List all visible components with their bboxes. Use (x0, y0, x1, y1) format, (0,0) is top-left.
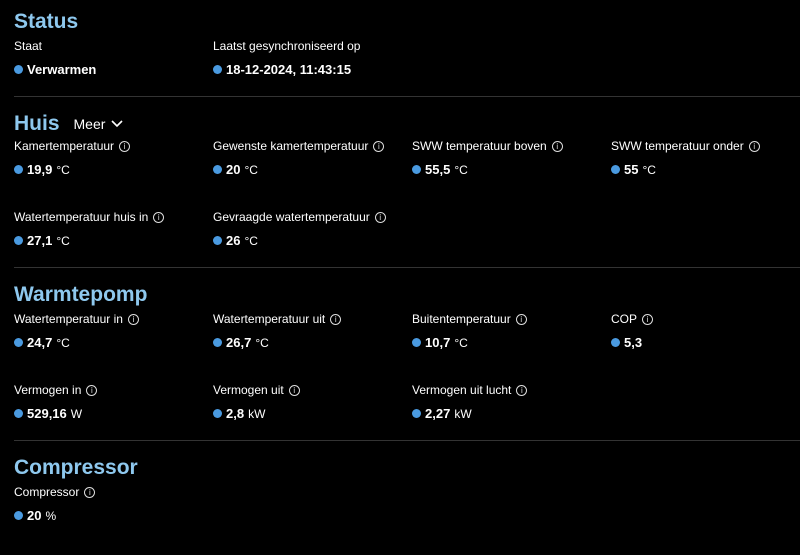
info-icon[interactable]: i (288, 384, 300, 396)
status-dot (14, 236, 23, 245)
meer-dropdown[interactable]: Meer (74, 116, 124, 132)
metric-label: Gevraagde watertemperatuur i (213, 209, 412, 225)
metric-label: Watertemperatuur uit i (213, 311, 412, 327)
status-dot (611, 165, 620, 174)
metric-value: 24,7 °C (14, 335, 213, 350)
metric-label: SWW temperatuur boven i (412, 138, 611, 154)
status-item-sync: Laatst gesynchroniseerd op 18-12-2024, 1… (213, 38, 412, 94)
status-dot (611, 338, 620, 347)
metric-label: Staat (14, 39, 43, 53)
status-dot (213, 236, 222, 245)
status-dot (213, 338, 222, 347)
meer-label: Meer (73, 116, 106, 132)
metric-label: Kamertemperatuur i (14, 138, 213, 154)
huis-title: Huis Meer (14, 112, 786, 136)
info-icon[interactable]: i (515, 313, 527, 325)
info-icon[interactable]: i (330, 313, 342, 325)
metric-value: 55,5 °C (412, 162, 611, 177)
metric-value: 19,9 °C (14, 162, 213, 177)
metric-gewenste-kamertemperatuur: Gewenste kamertemperatuur i 20 °C (213, 138, 412, 209)
status-dot (412, 409, 421, 418)
metric-value: 26,7 °C (213, 335, 412, 350)
metric-value: Verwarmen (14, 62, 213, 77)
metric-compressor: Compressor i 20% (14, 484, 213, 555)
huis-title-text: Huis (14, 112, 60, 135)
compressor-title-text: Compressor (14, 456, 138, 479)
info-icon[interactable]: i (551, 140, 563, 152)
metric-label: Buitentemperatuur i (412, 311, 611, 327)
metric-watertemperatuur-in: Watertemperatuur in i 24,7 °C (14, 311, 213, 382)
metric-watertemperatuur-uit: Watertemperatuur uit i 26,7 °C (213, 311, 412, 382)
metric-value: 20 °C (213, 162, 412, 177)
metric-value: 26 °C (213, 233, 412, 248)
metric-value: 2,27 kW (412, 406, 611, 421)
warmtepomp-title-text: Warmtepomp (14, 283, 148, 306)
metric-kamertemperatuur: Kamertemperatuur i 19,9 °C (14, 138, 213, 209)
metric-label: Compressor i (14, 484, 213, 500)
metric-label: Laatst gesynchroniseerd op (213, 39, 361, 53)
metric-value: 55 °C (611, 162, 786, 177)
metric-value: 27,1 °C (14, 233, 213, 248)
status-dot (213, 165, 222, 174)
status-dot (14, 409, 23, 418)
info-icon[interactable]: i (127, 313, 139, 325)
metric-sww-boven: SWW temperatuur boven i 55,5 °C (412, 138, 611, 209)
status-dot (412, 338, 421, 347)
metric-value: 529,16 W (14, 406, 213, 421)
info-icon[interactable]: i (642, 313, 654, 325)
metric-label: COP i (611, 311, 786, 327)
status-title: Status (14, 10, 786, 34)
metric-buitentemperatuur: Buitentemperatuur i 10,7 °C (412, 311, 611, 382)
info-icon[interactable]: i (516, 384, 528, 396)
status-dot (213, 65, 222, 74)
metric-label: Vermogen uit lucht i (412, 382, 611, 398)
info-icon[interactable]: i (153, 211, 165, 223)
metric-label: Watertemperatuur huis in i (14, 209, 213, 225)
metric-cop: COP i 5,3 (611, 311, 786, 382)
status-dot (14, 65, 23, 74)
metric-label: Vermogen in i (14, 382, 213, 398)
status-dot (412, 165, 421, 174)
status-section: Status Staat Verwarmen Laatst gesynchron… (0, 0, 800, 94)
info-icon[interactable]: i (86, 384, 98, 396)
info-icon[interactable]: i (748, 140, 760, 152)
info-icon[interactable]: i (84, 486, 96, 498)
metric-value: 20% (14, 508, 213, 523)
metric-label: Vermogen uit i (213, 382, 412, 398)
status-dot (14, 511, 23, 520)
info-icon[interactable]: i (119, 140, 131, 152)
metric-label: Gewenste kamertemperatuur i (213, 138, 412, 154)
metric-value: 5,3 (611, 335, 786, 350)
status-dot (14, 338, 23, 347)
status-dot (14, 165, 23, 174)
metric-value: 2,8 kW (213, 406, 412, 421)
compressor-title: Compressor (14, 456, 786, 480)
metric-value: 18-12-2024, 11:43:15 (213, 62, 412, 77)
status-item-staat: Staat Verwarmen (14, 38, 213, 94)
compressor-section: Compressor Compressor i 20% (0, 441, 800, 555)
metric-label: Watertemperatuur in i (14, 311, 213, 327)
warmtepomp-section: Warmtepomp Watertemperatuur in i 24,7 °C W… (0, 268, 800, 453)
metric-value: 10,7 °C (412, 335, 611, 350)
huis-section: Huis Meer Kamertemperatuur i 19,9 °C Gewen… (0, 97, 800, 280)
info-icon[interactable]: i (373, 140, 385, 152)
info-icon[interactable]: i (374, 211, 386, 223)
warmtepomp-title: Warmtepomp (14, 283, 786, 307)
status-dot (213, 409, 222, 418)
status-title-text: Status (14, 10, 79, 33)
chevron-down-icon (111, 120, 123, 128)
metric-label: SWW temperatuur onder i (611, 138, 786, 154)
metric-sww-onder: SWW temperatuur onder i 55 °C (611, 138, 786, 209)
